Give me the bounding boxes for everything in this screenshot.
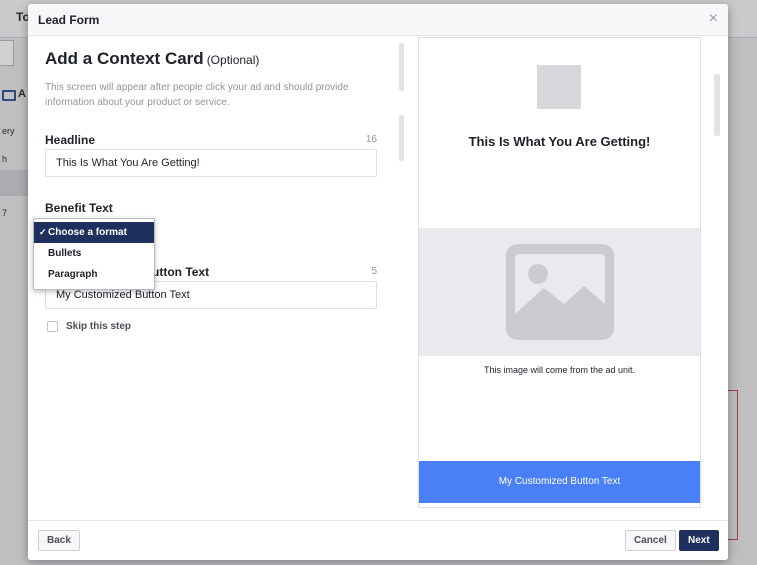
preview-scrollbar[interactable] <box>714 74 720 136</box>
preview-cta-button: My Customized Button Text <box>419 461 700 503</box>
format-option-label: Choose a format <box>48 227 127 238</box>
form-panel: Add a Context Card (Optional) This screen… <box>28 37 406 521</box>
preview-caption: This image will come from the ad unit. <box>483 365 636 375</box>
image-placeholder-icon <box>506 244 614 340</box>
context-card-preview: This Is What You Are Getting! This image… <box>418 37 701 508</box>
format-dropdown-menu: ✓Choose a format Bullets Paragraph <box>33 218 155 290</box>
preview-headline: This Is What You Are Getting! <box>468 134 651 149</box>
skip-step-row[interactable]: Skip this step <box>47 319 131 333</box>
headline-char-count: 16 <box>365 134 377 145</box>
section-title-text: Add a Context Card <box>45 49 204 68</box>
logo-placeholder <box>537 65 581 109</box>
lead-form-modal: Lead Form × Add a Context Card (Optional)… <box>28 4 728 560</box>
close-icon[interactable]: × <box>709 10 718 28</box>
preview-image-area <box>419 228 700 356</box>
section-optional-text: (Optional) <box>206 53 260 67</box>
format-option-choose[interactable]: ✓Choose a format <box>34 222 154 243</box>
cancel-button[interactable]: Cancel <box>625 530 676 551</box>
section-description: This screen will appear after people cli… <box>45 82 349 108</box>
back-button[interactable]: Back <box>38 530 80 551</box>
modal-footer: Back Cancel Next <box>28 520 728 560</box>
form-scrollbar-thumb[interactable] <box>399 43 404 91</box>
skip-step-label[interactable]: Skip this step <box>66 321 131 332</box>
headline-label: Headline <box>45 133 96 147</box>
format-option-paragraph[interactable]: Paragraph <box>34 264 154 285</box>
benefit-text-label: Benefit Text <box>45 201 113 215</box>
form-scrollbar-thumb-lower[interactable] <box>399 115 404 161</box>
section-title: Add a Context Card (Optional) <box>45 49 259 69</box>
format-option-bullets[interactable]: Bullets <box>34 243 154 264</box>
headline-input[interactable] <box>45 149 377 177</box>
button-char-count: 5 <box>371 266 377 277</box>
skip-step-checkbox[interactable] <box>47 320 58 332</box>
modal-header: Lead Form × <box>28 4 728 36</box>
button-text-label: utton Text <box>152 265 210 279</box>
modal-title: Lead Form <box>38 13 100 27</box>
form-scrollbar[interactable] <box>398 37 406 521</box>
next-button[interactable]: Next <box>679 530 719 551</box>
check-icon: ✓ <box>39 227 47 237</box>
